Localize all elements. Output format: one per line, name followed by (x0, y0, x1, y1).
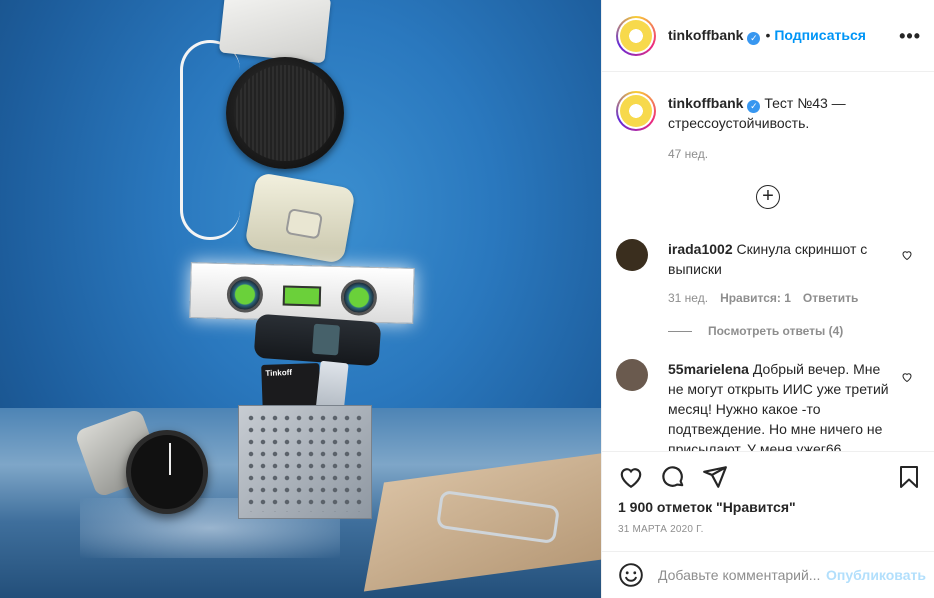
add-comment-input[interactable] (658, 567, 826, 583)
comment-reply-button[interactable]: Ответить (803, 291, 858, 305)
level-vial-right (340, 279, 378, 316)
post-photo[interactable]: Tinkoff (0, 0, 601, 598)
photo-camera (244, 171, 356, 265)
caption-age[interactable]: 47 нед. (668, 147, 708, 161)
post-date[interactable]: 31 МАРТА 2020 Г. (618, 524, 704, 535)
separator-dot: • (765, 26, 771, 43)
verified-badge-icon: ✓ (747, 100, 761, 113)
level-vial-left (226, 276, 264, 313)
photo-cable (180, 40, 240, 240)
verified-badge-icon: ✓ (747, 31, 761, 45)
header-author-line: tinkoffbank ✓ • Подписаться (668, 27, 866, 45)
tinkoff-logo-icon (620, 95, 652, 127)
comment-like-heart-icon[interactable] (901, 371, 913, 383)
level-vial-middle (282, 285, 322, 307)
comment-age[interactable]: 31 нед. (668, 291, 708, 305)
comment-meta: 31 нед. Нравится: 1 Ответить (668, 291, 858, 305)
comment-username[interactable]: 55marielena (668, 361, 749, 377)
comment-like-heart-icon[interactable] (901, 249, 913, 261)
caption-text-block: tinkoffbank ✓ Тест №43 — стрессоустойчиво… (668, 93, 898, 133)
likes-count[interactable]: 1 900 отметок "Нравится" (618, 499, 796, 515)
post-actions: 1 900 отметок "Нравится" 31 МАРТА 2020 Г… (602, 451, 934, 551)
comments-list[interactable]: tinkoffbank ✓ Тест №43 — стрессоустойчиво… (602, 73, 934, 451)
photo-card-brand: Tinkoff (265, 367, 293, 378)
tinkoff-logo-icon (620, 19, 652, 52)
emoji-icon[interactable] (618, 562, 644, 588)
save-bookmark-icon[interactable] (897, 464, 921, 490)
caption-username[interactable]: tinkoffbank (668, 95, 743, 111)
comment-bubble-icon[interactable] (660, 464, 686, 490)
view-replies-button[interactable]: Посмотреть ответы (4) (668, 324, 843, 338)
caption-author-avatar[interactable] (616, 91, 656, 131)
comment-body: 55marielena Добрый вечер. Мне не могут о… (668, 359, 894, 451)
caption: tinkoffbank ✓ Тест №43 — стрессоустойчиво… (616, 91, 898, 133)
photo-speaker (226, 57, 344, 169)
post-side-panel: tinkoffbank ✓ • Подписаться ••• tinkoffbank… (601, 0, 934, 598)
commenter-avatar[interactable] (616, 239, 648, 271)
add-comment-bar: Опубликовать (602, 551, 934, 598)
load-more-comments-icon[interactable]: + (756, 185, 780, 209)
comment-likes[interactable]: Нравится: 1 (720, 291, 791, 305)
photo-spirit-level (189, 262, 415, 324)
follow-button[interactable]: Подписаться (774, 27, 866, 43)
photo-mobile-phone (253, 313, 382, 367)
view-replies-label: Посмотреть ответы (4) (708, 324, 844, 338)
more-options-icon[interactable]: ••• (899, 26, 921, 47)
photo-metal-cube (238, 405, 372, 519)
post-header: tinkoffbank ✓ • Подписаться ••• (602, 0, 934, 72)
photo-power-adapter (218, 0, 332, 64)
comment-item: 55marielena Добрый вечер. Мне не могут о… (616, 359, 894, 451)
replies-divider-line (668, 330, 692, 332)
photo-gauge-clock (126, 430, 208, 514)
comment-body: irada1002 Скинула скриншот с выписки (668, 239, 894, 279)
like-heart-icon[interactable] (618, 464, 644, 490)
commenter-avatar[interactable] (616, 359, 648, 391)
publish-button[interactable]: Опубликовать (826, 567, 926, 583)
comment-username[interactable]: irada1002 (668, 241, 733, 257)
action-icons-row (618, 464, 744, 490)
share-direct-icon[interactable] (702, 464, 728, 490)
author-avatar[interactable] (616, 15, 656, 56)
author-username[interactable]: tinkoffbank (668, 27, 743, 43)
comment-item: irada1002 Скинула скриншот с выписки (616, 239, 894, 279)
